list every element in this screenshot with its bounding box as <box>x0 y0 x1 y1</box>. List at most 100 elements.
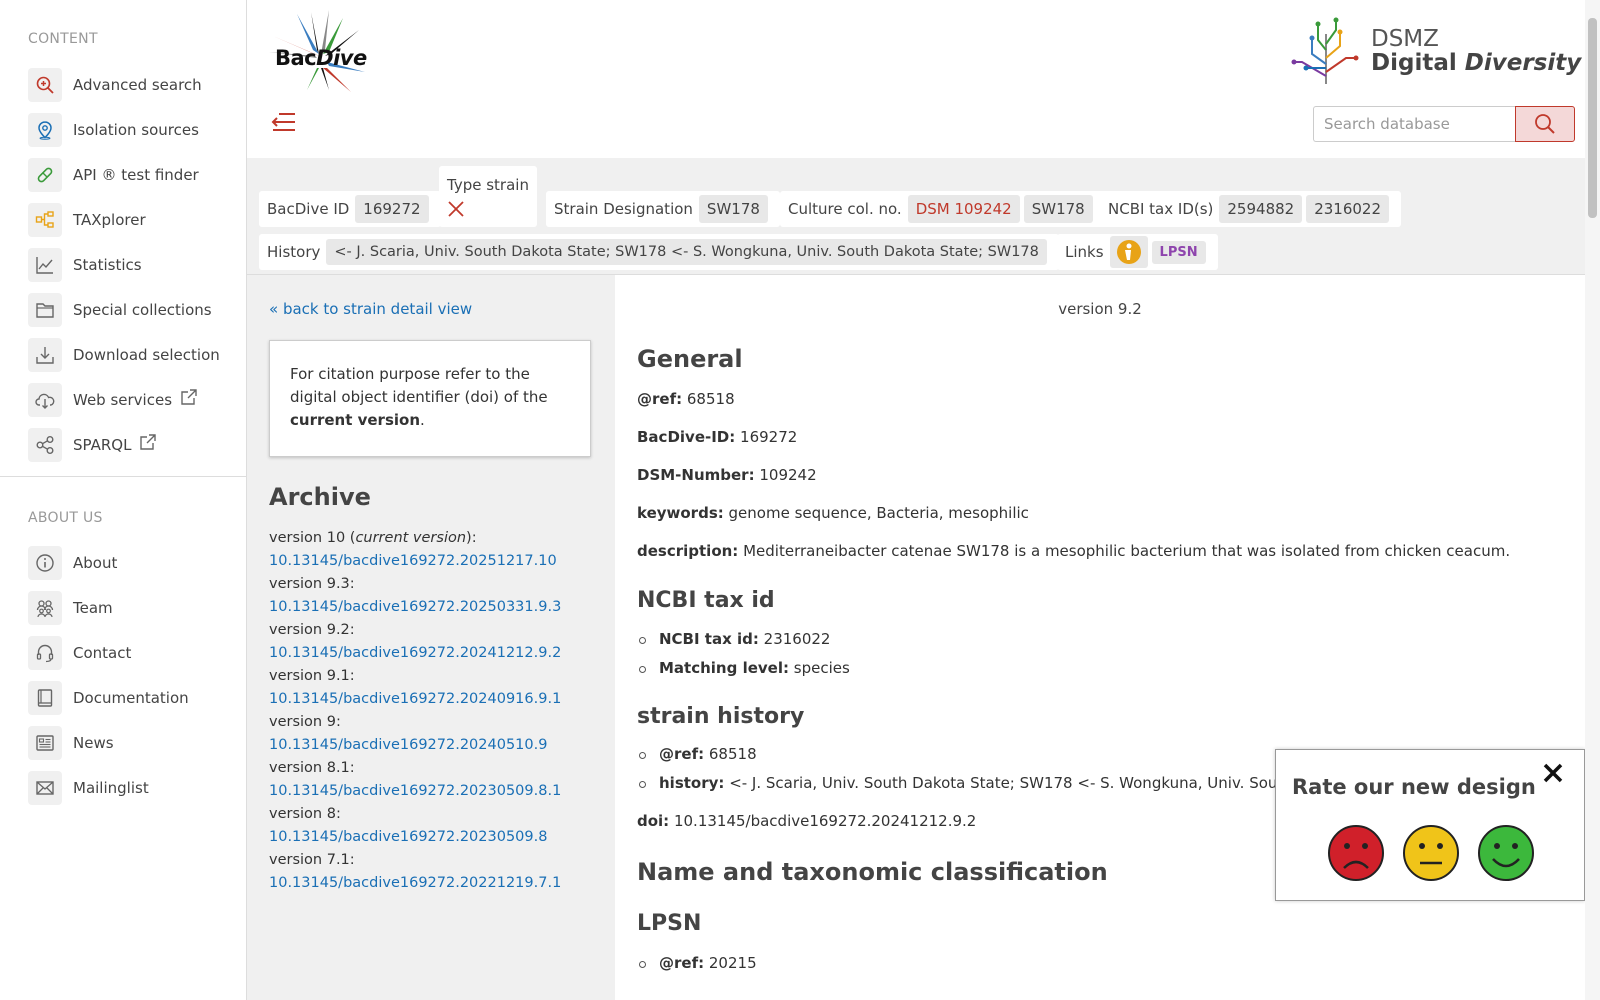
sidebar-item-statistics[interactable]: Statistics <box>0 242 247 287</box>
field-label: DSM-Number: <box>637 466 755 484</box>
archive-version-label: version 9.3: <box>269 576 355 592</box>
sidebar-item-label: Mailinglist <box>73 778 149 797</box>
sidebar-item-news[interactable]: News <box>0 720 247 765</box>
culture-dsm-link[interactable]: DSM 109242 <box>907 195 1020 223</box>
field-label: @ref: <box>637 390 683 408</box>
history-chip: History <- J. Scaria, Univ. South Dakota… <box>259 234 1059 270</box>
neutral-face-icon[interactable] <box>1402 824 1460 882</box>
field-value: 68518 <box>686 390 735 408</box>
archive-doi-link[interactable]: 10.13145/bacdive169272.20230509.8.1 <box>269 780 561 803</box>
archive-item: version 10 (current version): 10.13145/ba… <box>269 527 561 573</box>
sidebar-item-label: News <box>73 733 114 752</box>
page-scrollbar[interactable] <box>1585 0 1600 1000</box>
sidebar-item-isolation-sources[interactable]: Isolation sources <box>0 107 247 152</box>
back-to-strain-link[interactable]: « back to strain detail view <box>269 300 472 318</box>
dsmz-subtitle: Digital Diversity <box>1371 50 1581 76</box>
dsmz-logo[interactable]: DSMZ Digital Diversity <box>1287 10 1581 90</box>
sidebar-item-advanced-search[interactable]: Advanced search <box>0 62 247 107</box>
book-icon <box>28 680 62 715</box>
field-label: @ref: <box>659 745 705 763</box>
ncbi-label: NCBI tax ID(s) <box>1108 200 1214 218</box>
field-value: genome sequence, Bacteria, mesophilic <box>728 504 1029 522</box>
sidebar-item-team[interactable]: Team <box>0 585 247 630</box>
rate-title: Rate our new design <box>1292 775 1536 799</box>
bacdive-id-label: BacDive ID <box>267 200 350 218</box>
field-matching-level: Matching level: species <box>637 659 850 677</box>
search-button[interactable] <box>1515 106 1575 142</box>
field-doi: doi: 10.13145/bacdive169272.20241212.9.2 <box>637 812 976 830</box>
archive-item: version 8.1: 10.13145/bacdive169272.20230… <box>269 757 561 803</box>
ncbi-value-1: 2594882 <box>1219 195 1303 223</box>
sidebar-item-label: About <box>73 553 118 572</box>
sidebar-item-contact[interactable]: Contact <box>0 630 247 675</box>
sad-face-icon[interactable] <box>1327 824 1385 882</box>
sidebar-item-taxplorer[interactable]: TAXplorer <box>0 197 247 242</box>
archive-version-label: version 9: <box>269 714 341 730</box>
field-value: 2316022 <box>763 630 831 648</box>
field-dsm-number: DSM-Number: 109242 <box>637 466 817 484</box>
close-icon[interactable] <box>1540 760 1566 786</box>
archive-doi-link[interactable]: 10.13145/bacdive169272.20251217.10 <box>269 550 561 573</box>
archive-doi-link[interactable]: 10.13145/bacdive169272.20240510.9 <box>269 734 561 757</box>
links-label: Links <box>1065 243 1104 261</box>
archive-doi-link[interactable]: 10.13145/bacdive169272.20250331.9.3 <box>269 596 561 619</box>
citation-note: For citation purpose refer to the digita… <box>269 340 591 457</box>
dsmz-tree-icon <box>1291 17 1359 84</box>
sidebar-item-sparql[interactable]: SPARQL <box>0 422 247 467</box>
archive-doi-link[interactable]: 10.13145/bacdive169272.20230509.8 <box>269 826 561 849</box>
sidebar-item-label: Contact <box>73 643 132 662</box>
sidebar-item-label: Team <box>73 598 113 617</box>
search-input[interactable] <box>1313 106 1515 142</box>
field-value: 109242 <box>759 466 817 484</box>
headset-icon <box>28 635 62 670</box>
archive-item: version 9: 10.13145/bacdive169272.2024051… <box>269 711 561 757</box>
sidebar-item-label: SPARQL <box>73 435 132 454</box>
version-sidebar: « back to strain detail view For citatio… <box>247 275 615 1000</box>
culture-collection-chip: Culture col. no. DSM 109242 SW178 <box>780 191 1105 227</box>
mail-icon <box>28 770 62 805</box>
archive-doi-link[interactable]: 10.13145/bacdive169272.20240916.9.1 <box>269 688 561 711</box>
sidebar-item-web-services[interactable]: Web services <box>0 377 247 422</box>
hierarchy-icon <box>28 202 62 237</box>
strain-designation-label: Strain Designation <box>554 200 693 218</box>
header: BacDive DSMZ Digital Diversity <box>247 0 1585 158</box>
section-title-lpsn: LPSN <box>637 911 702 936</box>
sidebar-item-download-selection[interactable]: Download selection <box>0 332 247 377</box>
line-chart-icon <box>28 247 62 282</box>
archive-version-label: version 10 ( <box>269 530 356 546</box>
archive-version-label-end: ): <box>466 530 477 546</box>
happy-face-icon[interactable] <box>1477 824 1535 882</box>
archive-list: version 10 (current version): 10.13145/ba… <box>269 527 561 895</box>
field-label: history: <box>659 774 725 792</box>
section-title-strain-history: strain history <box>637 704 805 729</box>
about-heading: ABOUT US <box>28 510 103 526</box>
sidebar-item-about[interactable]: About <box>0 540 247 585</box>
field-label: BacDive-ID: <box>637 428 736 446</box>
section-title-ncbi: NCBI tax id <box>637 588 775 613</box>
archive-item: version 9.2: 10.13145/bacdive169272.20241… <box>269 619 561 665</box>
sidebar-item-api-test-finder[interactable]: API ® test finder <box>0 152 247 197</box>
pill-icon <box>28 157 62 192</box>
info-person-icon <box>1116 240 1141 264</box>
history-value: <- J. Scaria, Univ. South Dakota State; … <box>326 239 1047 265</box>
archive-doi-link[interactable]: 10.13145/bacdive169272.20241212.9.2 <box>269 642 561 665</box>
field-label: @ref: <box>659 954 705 972</box>
field-label: description: <box>637 542 739 560</box>
bacdive-logo[interactable]: BacDive <box>247 0 387 100</box>
field-keywords: keywords: genome sequence, Bacteria, mes… <box>637 504 1029 522</box>
lpsn-link[interactable]: LPSN <box>1151 240 1206 264</box>
archive-doi-link[interactable]: 10.13145/bacdive169272.20221219.7.1 <box>269 872 561 895</box>
citation-current-version: current version <box>290 411 421 429</box>
type-strain-chip: Type strain <box>439 166 537 227</box>
field-label: doi: <box>637 812 670 830</box>
sidebar-item-mailinglist[interactable]: Mailinglist <box>0 765 247 810</box>
field-value: 169272 <box>740 428 798 446</box>
scrollbar-thumb[interactable] <box>1588 18 1597 218</box>
sidebar-item-label: Advanced search <box>73 75 202 94</box>
sidebar-item-special-collections[interactable]: Special collections <box>0 287 247 332</box>
team-icon <box>28 590 62 625</box>
bacdive-info-link[interactable] <box>1109 236 1148 268</box>
sidebar-item-documentation[interactable]: Documentation <box>0 675 247 720</box>
field-ref: @ref: 68518 <box>637 390 735 408</box>
menu-collapse-icon[interactable] <box>271 110 297 134</box>
